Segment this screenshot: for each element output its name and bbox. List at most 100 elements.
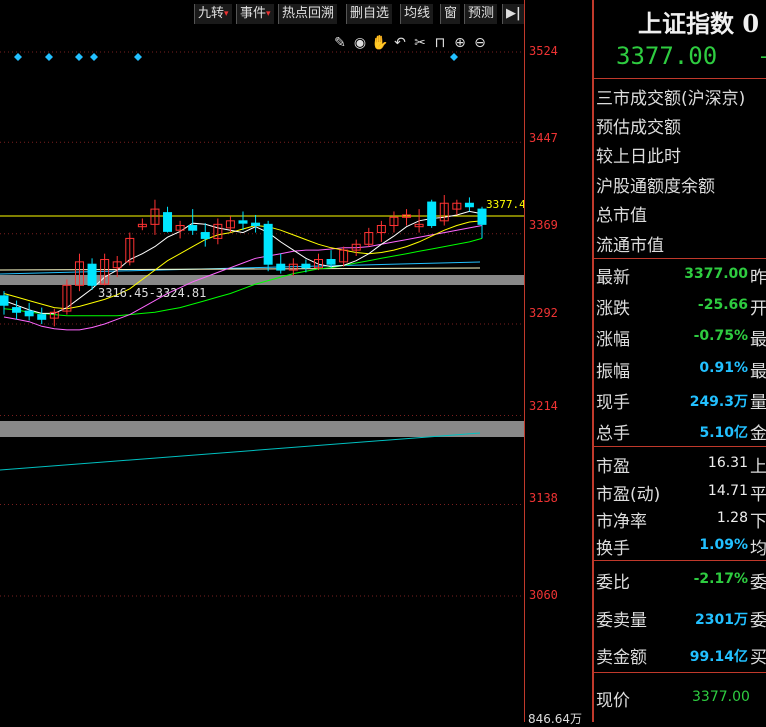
row-suffix: 下 xyxy=(750,512,766,532)
row-suffix: 开 xyxy=(750,299,766,319)
drawing-toolbar: ✎ ◉ ✋ ↶ ✂ ⊓ ⊕ ⊖ xyxy=(330,32,490,52)
row-label: 最新 xyxy=(596,268,630,288)
index-price: 3377.00 xyxy=(616,42,718,70)
price-axis: 3524 3447 3369 3292 3214 3138 3060 xyxy=(524,0,593,722)
toolbar-remove-watchlist-button[interactable]: 删自选 xyxy=(346,4,393,24)
row-value: -0.75% xyxy=(693,328,748,344)
candle-body xyxy=(163,212,173,232)
volume-label: 846.64万 xyxy=(528,712,582,726)
row-suffix: 量 xyxy=(750,393,766,413)
row-value: -25.66 xyxy=(697,297,748,313)
y-tick: 3138 xyxy=(529,491,558,505)
y-tick: 3369 xyxy=(529,218,558,232)
row-suffix: 昨 xyxy=(750,268,766,288)
row-label: 市盈 xyxy=(596,457,630,477)
divider xyxy=(594,446,766,447)
row-label: 振幅 xyxy=(596,362,630,382)
row-value: 1.28 xyxy=(716,510,748,526)
row-label: 涨幅 xyxy=(596,330,630,350)
price-band xyxy=(0,275,524,285)
toolbar-hotspot-replay-button[interactable]: 热点回溯 xyxy=(278,4,338,24)
index-name: 上证指数 0 xyxy=(638,9,760,38)
y-tick: 3524 xyxy=(529,44,558,58)
candle-body xyxy=(301,263,311,269)
candle-body xyxy=(0,295,9,306)
row-suffix: 委 xyxy=(750,611,766,631)
zoom-in-icon[interactable]: ⊕ xyxy=(450,34,470,52)
y-tick: 3060 xyxy=(529,588,558,602)
row-suffix: 金 xyxy=(750,424,766,444)
candle-body xyxy=(477,208,487,225)
row-label: 卖金额 xyxy=(596,648,647,668)
zoom-out-icon[interactable]: ⊖ xyxy=(470,34,490,52)
candle-body xyxy=(24,310,34,317)
row-value: 0.91% xyxy=(699,360,748,376)
event-marker xyxy=(450,53,458,61)
kline-chart[interactable]: 3377.41 3316.45-3324.81 xyxy=(0,0,524,722)
candle-body xyxy=(326,259,336,265)
y-tick: 3447 xyxy=(529,131,558,145)
event-marker xyxy=(134,53,142,61)
candle-body xyxy=(12,307,22,313)
row-value: -2.17% xyxy=(693,571,748,587)
info-label: 总市值 xyxy=(596,206,647,226)
hand-icon[interactable]: ✋ xyxy=(370,34,390,52)
row-suffix: 平 xyxy=(750,485,766,505)
row-label: 市净率 xyxy=(596,512,647,532)
y-tick: 3214 xyxy=(529,399,558,413)
candle-body xyxy=(251,222,261,227)
current-price-value: 3377.00 xyxy=(692,689,750,705)
row-value: 16.31 xyxy=(707,455,748,471)
lock-icon[interactable]: ⊓ xyxy=(430,34,450,52)
range-label: 3316.45-3324.81 xyxy=(98,286,206,300)
scissors-icon[interactable]: ✂ xyxy=(410,34,430,52)
candle-body xyxy=(238,220,248,224)
row-label: 换手 xyxy=(596,539,630,559)
event-marker xyxy=(45,53,53,61)
event-marker xyxy=(14,53,22,61)
row-value: 249.3万 xyxy=(689,394,748,410)
toolbar-jiuzhuan-button[interactable]: 九转▾ xyxy=(194,4,232,24)
row-suffix: 委 xyxy=(750,573,766,593)
chart-toolbar: 九转▾ 事件▾ 热点回溯 删自选 均线 窗 预测 ▶| xyxy=(0,0,524,28)
info-label: 较上日此时 xyxy=(596,147,681,167)
price-label: 3377.41 xyxy=(486,198,524,211)
panel-collapse-icon[interactable]: ▶| xyxy=(502,4,524,24)
info-label: 预估成交额 xyxy=(596,118,681,138)
toolbar-window-button[interactable]: 窗 xyxy=(440,4,461,24)
row-suffix: 买 xyxy=(750,648,766,668)
candle-body xyxy=(87,263,97,286)
divider xyxy=(594,258,766,259)
y-tick: 3292 xyxy=(529,306,558,320)
info-label: 流通市值 xyxy=(596,236,664,256)
toolbar-event-button[interactable]: 事件▾ xyxy=(236,4,274,24)
info-label: 沪股通额度余额 xyxy=(596,177,715,197)
candle-body xyxy=(263,223,273,265)
index-change: - xyxy=(760,44,766,68)
undo-icon[interactable]: ↶ xyxy=(390,34,410,52)
candle-body xyxy=(427,201,437,227)
row-label: 总手 xyxy=(596,424,630,444)
row-label: 委卖量 xyxy=(596,611,647,631)
current-price-label: 现价 xyxy=(596,691,630,711)
divider xyxy=(594,78,766,79)
eye-icon[interactable]: ◉ xyxy=(350,34,370,52)
row-suffix: 上 xyxy=(750,457,766,477)
event-marker xyxy=(90,53,98,61)
row-label: 现手 xyxy=(596,393,630,413)
event-marker xyxy=(75,53,83,61)
toolbar-forecast-button[interactable]: 预测 xyxy=(464,4,498,24)
candle-body xyxy=(37,314,47,320)
candle-body xyxy=(464,202,474,208)
pencil-icon[interactable]: ✎ xyxy=(330,34,350,52)
price-band xyxy=(0,421,524,437)
trend-line xyxy=(0,432,481,471)
row-value: 14.71 xyxy=(707,483,748,499)
row-label: 市盈(动) xyxy=(596,485,661,505)
row-value: 3377.00 xyxy=(684,266,748,282)
row-label: 委比 xyxy=(596,573,630,593)
row-label: 涨跌 xyxy=(596,299,630,319)
row-value: 1.09% xyxy=(699,537,748,553)
toolbar-ma-button[interactable]: 均线 xyxy=(400,4,434,24)
row-suffix: 均 xyxy=(750,539,766,559)
